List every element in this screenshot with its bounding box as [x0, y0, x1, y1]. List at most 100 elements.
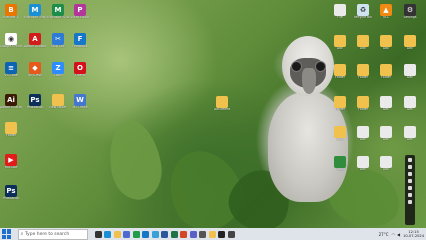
toolbar-dot-icon[interactable]	[408, 172, 412, 176]
icon-label: Doc	[406, 138, 414, 141]
taskbar-app-calc-icon[interactable]	[227, 230, 235, 238]
toolbar-dot-icon[interactable]	[408, 186, 412, 190]
taskbar: ⌕ Type here to search 27°C ◠ ◀ 12:15 10-…	[0, 228, 426, 240]
icon-label: Folder	[335, 76, 345, 79]
desktop-icon[interactable]: ✂ Snip Tool	[50, 33, 66, 49]
desktop-icon[interactable]: Doc	[332, 156, 348, 172]
toolbar-dot-icon[interactable]	[408, 193, 412, 197]
taskbar-app-teams-icon[interactable]	[189, 230, 197, 238]
app-icon	[357, 126, 369, 138]
desktop-icon[interactable]: Folder	[355, 96, 371, 112]
desktop-icon[interactable]: Doc	[402, 35, 418, 51]
desktop-icon[interactable]: F Feedback	[72, 33, 88, 49]
windows-logo-icon	[2, 234, 6, 239]
system-tray: 27°C ◠ ◀ 12:15 10-07-2024	[379, 228, 424, 240]
toolbar-dot-icon[interactable]	[408, 200, 412, 204]
desktop-icon[interactable]: B Blender 4	[3, 4, 19, 20]
app-icon: ▶	[5, 154, 17, 166]
taskbar-app-word-icon[interactable]	[161, 230, 168, 238]
icon-label: Photoshop	[2, 197, 20, 200]
icon-label: Snip Tool	[50, 45, 66, 48]
windows-logo-icon	[7, 234, 11, 239]
icon-label: Adobe Acrobat	[24, 45, 46, 48]
desktop-icon[interactable]: Folder	[378, 64, 394, 80]
desktop-icon[interactable]: Doc	[378, 96, 394, 112]
desktop-icon[interactable]: Doc	[355, 156, 371, 172]
taskbar-app-mail-icon[interactable]	[142, 230, 149, 238]
desktop-icon[interactable]: ♻ Recycle Bin	[354, 4, 372, 20]
desktop-icon[interactable]: Doc	[355, 126, 371, 142]
desktop-icon[interactable]: ◉Google Chrome	[0, 33, 22, 49]
floating-side-toolbar[interactable]	[405, 155, 415, 225]
desktop-icon[interactable]: ⚙ Settings	[402, 4, 418, 20]
desktop-icon[interactable]: AiAdobe Illustrator	[0, 94, 22, 110]
desktop-icon[interactable]: M Microsoft Edge	[24, 4, 46, 20]
desktop-icon[interactable]: ▲ VLC	[378, 4, 394, 20]
icon-label: Zoom	[53, 74, 63, 77]
desktop-icon[interactable]: A Adobe Acrobat	[24, 33, 46, 49]
taskbar-search-box[interactable]: ⌕ Type here to search	[18, 228, 88, 240]
app-icon	[357, 156, 369, 168]
app-icon: Ai	[5, 94, 17, 106]
icon-label: Doc	[382, 47, 390, 50]
icon-label: Doc	[382, 168, 390, 171]
start-button[interactable]	[2, 229, 12, 239]
wifi-icon[interactable]: ◠	[392, 232, 396, 237]
desktop-icon[interactable]: MMicrosoft Studio	[47, 4, 69, 20]
toolbar-dot-icon[interactable]	[408, 165, 412, 169]
desktop-icon[interactable]: Z Zoom	[50, 62, 66, 78]
app-icon	[334, 96, 346, 108]
app-icon: Z	[52, 62, 64, 74]
desktop-icon[interactable]: Ps Photoshop	[27, 94, 43, 110]
app-icon: B	[5, 4, 17, 16]
clock[interactable]: 12:15 10-07-2024	[403, 230, 424, 238]
desktop-icon[interactable]: Folder	[3, 122, 19, 138]
taskbar-app-store-icon[interactable]	[123, 230, 130, 238]
taskbar-app-explorer-icon[interactable]	[113, 230, 121, 238]
app-icon	[380, 126, 392, 138]
desktop-icon[interactable]: ▶ YouTube	[3, 154, 19, 170]
desktop-icon[interactable]: Folder	[355, 64, 371, 80]
desktop-icon[interactable]: Doc	[355, 35, 371, 51]
taskbar-app-edge-icon[interactable]	[104, 230, 111, 238]
taskbar-app-excel-icon[interactable]	[170, 230, 178, 238]
desktop-icon[interactable]: Doc	[402, 64, 418, 80]
desktop-icon[interactable]: Doc	[378, 35, 394, 51]
desktop-icon[interactable]: O Opera	[72, 62, 88, 78]
desktop-icon[interactable]: New folder	[49, 94, 67, 110]
taskbar-app-task-view-icon[interactable]	[94, 230, 102, 238]
taskbar-app-settings-icon[interactable]	[199, 230, 206, 238]
icon-label: Doc	[406, 47, 414, 50]
weather-widget[interactable]: 27°C	[379, 232, 389, 237]
desktop-icon[interactable]: Folder	[332, 64, 348, 80]
desktop-icon[interactable]: Folder	[332, 96, 348, 112]
desktop-icon[interactable]: W MS Office	[72, 94, 88, 110]
taskbar-app-folder-icon[interactable]	[208, 230, 216, 238]
icon-label: Microsoft Studio	[47, 16, 69, 19]
volume-icon[interactable]: ◀	[397, 232, 400, 237]
toolbar-dot-icon[interactable]	[408, 158, 412, 162]
icon-label: Doc	[359, 138, 367, 141]
desktop-icon[interactable]: Doc	[402, 126, 418, 142]
desktop-icon[interactable]: Document	[214, 96, 230, 112]
toolbar-dot-icon[interactable]	[408, 179, 412, 183]
desktop-icon[interactable]: P Video Editor	[70, 4, 90, 20]
app-icon	[380, 35, 392, 47]
taskbar-app-chrome-icon[interactable]	[132, 230, 140, 238]
desktop-icon[interactable]: Doc	[332, 35, 348, 51]
icon-label: Folder	[358, 76, 368, 79]
desktop-icon[interactable]: Doc	[378, 126, 394, 142]
taskbar-app-photos-icon[interactable]	[151, 230, 159, 238]
icon-label: File	[337, 16, 343, 19]
app-icon: O	[74, 62, 86, 74]
desktop-icon[interactable]: Doc	[378, 156, 394, 172]
desktop-icon[interactable]: Ps Photoshop	[3, 185, 19, 201]
desktop-icon[interactable]: Doc	[402, 96, 418, 112]
desktop-icon[interactable]: Doc	[332, 126, 348, 142]
app-icon	[357, 35, 369, 47]
desktop-icon[interactable]: ◆ AnyDesk	[27, 62, 43, 78]
desktop-icon[interactable]: ≡ VS Code	[3, 62, 19, 78]
taskbar-app-powerpoint-icon[interactable]	[180, 230, 187, 238]
taskbar-app-camera-icon[interactable]	[218, 230, 225, 238]
desktop-icon[interactable]: File	[332, 4, 348, 20]
